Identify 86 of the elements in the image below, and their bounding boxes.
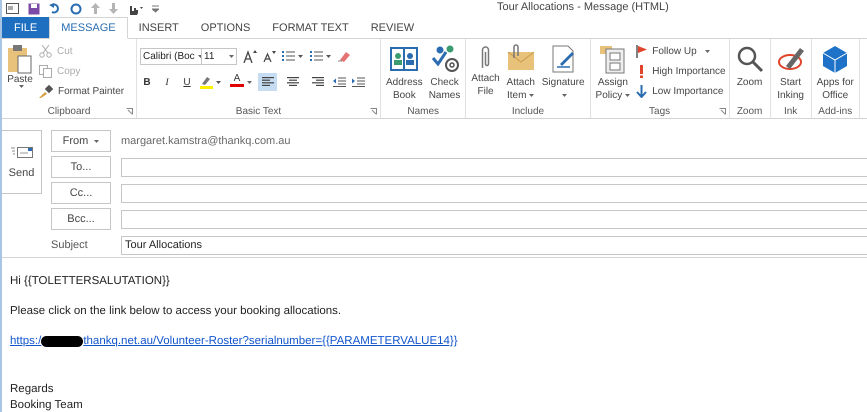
group-label: Zoom	[736, 106, 762, 116]
recipient-button[interactable]: To...	[51, 156, 111, 178]
increase-indent-icon[interactable]	[352, 77, 365, 87]
ribbon-tab[interactable]: OPTIONS	[190, 17, 262, 38]
bullets-icon[interactable]	[282, 51, 304, 62]
align-icon	[286, 77, 298, 87]
save-icon[interactable]	[28, 2, 40, 14]
link[interactable]: thankq.net.au/Volunteer-Roster?serialnumber={{PARAMETERVALUE14}}	[83, 333, 458, 349]
assign-policy-button[interactable]: Assign Policy	[594, 42, 632, 104]
ribbon-tab[interactable]: REVIEW	[360, 17, 426, 38]
dialog-launcher-icon[interactable]	[126, 108, 133, 115]
bold-button[interactable]: B	[140, 73, 154, 91]
underline-button[interactable]: U	[180, 73, 194, 91]
ribbon-button[interactable]: Attach File	[469, 42, 502, 104]
window-title: Tour Allocations - Message (HTML)	[497, 1, 669, 13]
decrease-indent-icon[interactable]	[333, 77, 346, 87]
font-color-button[interactable]: A	[230, 73, 244, 91]
caret-icon	[247, 80, 252, 84]
file-tab[interactable]: FILE	[2, 17, 50, 38]
group-label: Basic Text	[236, 106, 282, 116]
grow-font-icon[interactable]	[243, 50, 257, 63]
highlighter-icon[interactable]	[200, 76, 224, 88]
from-address: margaret.kamstra@thankq.com.au	[121, 135, 291, 147]
ribbon-button[interactable]: Start Inking	[774, 42, 808, 104]
eraser-icon[interactable]	[338, 50, 351, 62]
customize-icon[interactable]	[152, 4, 159, 12]
copy-icon	[39, 64, 52, 78]
ribbon-button[interactable]: Zoom	[732, 42, 767, 104]
subject-label: Subject	[51, 239, 89, 251]
dialog-launcher-icon[interactable]	[370, 108, 377, 115]
ribbon-button[interactable]: Apps for Office	[814, 42, 856, 104]
ribbon-tab[interactable]: FORMAT TEXT	[261, 17, 360, 38]
caret-icon	[229, 55, 234, 58]
message-text: Please click on the link below to access your booking allocations.	[10, 304, 342, 319]
ribbon-tab[interactable]: INSERT	[128, 17, 190, 38]
ribbon-button[interactable]: Format Painter	[39, 82, 124, 100]
signature-line: Regards	[10, 382, 54, 397]
group-label: Names	[407, 106, 440, 116]
italic-button[interactable]: I	[160, 73, 174, 91]
font-size-field[interactable]: 11	[201, 48, 237, 65]
shrink-font-icon[interactable]	[263, 51, 276, 62]
ribbon-button[interactable]: Follow Up	[636, 42, 726, 60]
mail-icon[interactable]	[6, 3, 19, 14]
font-name-field[interactable]: Calibri (Boc	[140, 48, 202, 65]
undo-icon[interactable]	[49, 3, 61, 14]
ribbon-button[interactable]: Attach Item	[504, 42, 538, 104]
flag-icon	[636, 44, 648, 58]
paperclip-icon	[481, 44, 490, 70]
ribbon-tab[interactable]: MESSAGE	[49, 17, 128, 39]
group-label: Tags	[649, 106, 670, 116]
message-text: Hi {{TOLETTERSALUTATION}}	[10, 274, 171, 289]
align-icon	[312, 77, 324, 87]
from-button[interactable]: From	[51, 130, 111, 152]
ribbon-button[interactable]: Low Importance	[636, 82, 726, 100]
dialog-launcher-icon[interactable]	[718, 108, 726, 115]
align-button[interactable]	[258, 73, 277, 91]
ribbon-button[interactable]: High Importance	[636, 62, 726, 80]
group-label: Include	[512, 106, 544, 116]
recipient-button[interactable]: Bcc...	[51, 208, 111, 230]
recipient-field[interactable]	[121, 184, 867, 202]
align-icon	[262, 77, 274, 87]
caret-icon	[19, 85, 24, 88]
subject-field[interactable]: Tour Allocations	[121, 236, 867, 254]
ribbon-button[interactable]: Address Book	[384, 42, 425, 104]
paste-button[interactable]: Paste	[5, 42, 35, 104]
ribbon-button[interactable]: Check Names	[426, 42, 462, 104]
group-label: Ink	[784, 106, 798, 116]
recipient-button[interactable]: Cc...	[51, 182, 111, 204]
caret-icon	[198, 55, 201, 58]
signature-line: Booking Team	[10, 398, 84, 412]
group-label: Add-ins	[818, 106, 852, 116]
send-button[interactable]: Send	[2, 130, 42, 194]
caret-icon	[94, 140, 100, 143]
check-names-icon	[430, 44, 460, 74]
paintbrush-icon	[39, 84, 53, 98]
ribbon-button[interactable]: Signature	[540, 42, 587, 104]
envelope-icon	[10, 146, 32, 158]
clipboard-icon	[7, 44, 33, 74]
recipient-field[interactable]	[121, 210, 867, 228]
address-book-icon	[389, 44, 420, 74]
group-label: Clipboard	[48, 106, 90, 116]
link[interactable]: https:/	[10, 333, 42, 349]
scissors-icon	[39, 44, 52, 58]
recipient-field[interactable]	[121, 158, 867, 176]
down-arrow-icon	[636, 84, 648, 98]
numbering-icon[interactable]	[310, 51, 332, 62]
